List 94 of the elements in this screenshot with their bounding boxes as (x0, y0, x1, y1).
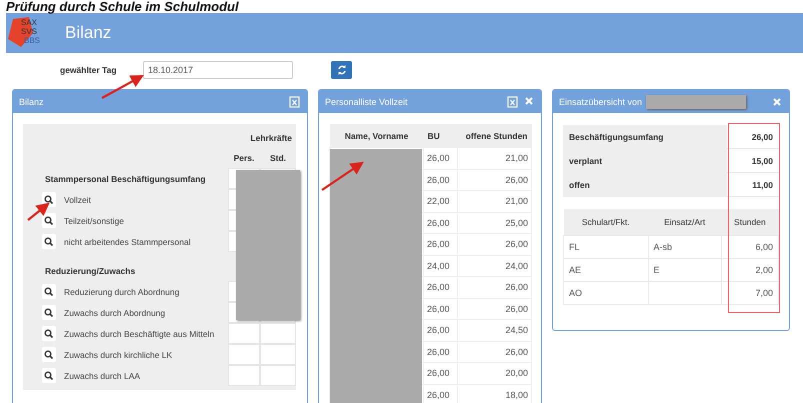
search-button[interactable] (42, 347, 56, 362)
table-cell (228, 365, 260, 386)
column-header: Einsatz/Art (648, 209, 722, 236)
table-cell: 24,00 (424, 255, 458, 276)
table-cell: 24,50 (458, 320, 532, 341)
row-label: Teilzeit/sonstige (64, 216, 124, 226)
page-heading: Prüfung durch Schule im Schulmodul (5, 0, 240, 13)
search-button[interactable] (42, 326, 56, 341)
annotation-arrow (101, 74, 144, 99)
table-cell: 26,00 (424, 234, 458, 255)
search-icon (44, 350, 54, 360)
table-cell: 22,00 (424, 190, 458, 212)
table-cell: AO (564, 282, 648, 304)
panel-title: Bilanz (19, 96, 44, 106)
search-icon (44, 286, 54, 296)
section-title: Stammpersonal Beschäftigungsumfang (44, 174, 207, 184)
export-button[interactable] (288, 94, 301, 108)
table-cell: 26,00 (458, 298, 532, 320)
close-button[interactable] (771, 96, 783, 108)
row-label: Zuwachs durch Abordnung (64, 308, 166, 318)
close-icon (524, 96, 534, 106)
search-icon (44, 216, 54, 226)
table-cell: 26,00 (424, 148, 458, 169)
panel-title: Einsatzübersicht von (559, 96, 642, 106)
export-icon (507, 96, 518, 108)
table-cell: 24,00 (458, 255, 532, 276)
search-icon (44, 328, 54, 338)
table-cell: 7,00 (721, 282, 778, 304)
search-button[interactable] (42, 305, 56, 320)
table-cell: 20,00 (458, 362, 532, 384)
row-label: Reduzierung durch Abordnung (64, 286, 180, 296)
search-icon (44, 236, 54, 246)
table-cell: 25,00 (458, 212, 532, 234)
date-field[interactable]: 18.10.2017 (143, 61, 293, 79)
annotation-arrow (321, 162, 364, 191)
row-label: Zuwachs durch LAA (64, 370, 140, 380)
table-cell: E (648, 258, 722, 282)
table-cell: 26,00 (424, 341, 458, 362)
section-title: Reduzierung/Zuwachs (44, 266, 136, 276)
table-cell (228, 323, 260, 344)
column-header: Stunden (721, 209, 778, 236)
row-label: Zuwachs durch Beschäftigte aus Mitteln (64, 328, 214, 338)
export-button[interactable] (506, 94, 519, 108)
search-button[interactable] (42, 213, 56, 228)
column-header: Lehrkräfte (249, 133, 293, 143)
table-cell: 26,00 (727, 125, 779, 148)
search-button[interactable] (42, 234, 56, 249)
search-icon (44, 308, 54, 318)
table-cell: 26,00 (458, 276, 532, 298)
close-icon (772, 96, 782, 106)
table-cell: 26,00 (424, 320, 458, 341)
table-cell: 2,00 (721, 258, 778, 282)
column-header: Schulart/Fkt. (564, 209, 648, 236)
table-cell: 26,00 (424, 298, 458, 320)
table-cell: 11,00 (727, 172, 779, 196)
row-label: verplant (563, 148, 727, 172)
row-label: offen (563, 172, 727, 196)
table-cell: 26,00 (424, 212, 458, 234)
panel-title: Personalliste Vollzeit (325, 96, 408, 106)
table-cell: 26,00 (458, 234, 532, 255)
column-header: Name, Vorname (330, 124, 424, 148)
table-cell: A-sb (648, 236, 722, 258)
column-header: Pers. (232, 153, 256, 163)
refresh-icon (336, 64, 346, 76)
search-icon (44, 370, 54, 380)
row-label: nicht arbeitendes Stammpersonal (64, 236, 191, 246)
column-header: BU (424, 124, 458, 148)
search-button[interactable] (42, 284, 56, 299)
table-cell: 26,00 (458, 341, 532, 362)
row-label: Zuwachs durch kirchliche LK (64, 350, 172, 360)
search-button[interactable] (42, 368, 56, 383)
column-header: Std. (268, 153, 288, 163)
app-title: Bilanz (65, 23, 112, 43)
search-icon (44, 194, 54, 204)
table-cell: 6,00 (721, 236, 778, 258)
column-header: offene Stunden (458, 124, 532, 148)
table-cell (260, 323, 296, 344)
table-cell: 26,00 (458, 169, 532, 190)
table-cell: AE (564, 258, 648, 282)
refresh-button[interactable] (331, 61, 352, 79)
row-label: Beschäftigungsumfang (563, 125, 727, 148)
row-label: Vollzeit (64, 194, 91, 204)
table-cell: 26,00 (424, 362, 458, 384)
annotation-arrow (27, 202, 50, 221)
table-cell: 26,00 (424, 169, 458, 190)
table-cell: FL (564, 236, 648, 258)
table-cell: 21,00 (458, 190, 532, 212)
table-cell (228, 344, 260, 365)
table-cell: 26,00 (424, 276, 458, 298)
table-cell: 15,00 (727, 148, 779, 172)
field-label: gewählter Tag (60, 65, 118, 75)
table-cell: 21,00 (458, 148, 532, 169)
table-cell (260, 344, 296, 365)
export-icon (289, 96, 300, 108)
